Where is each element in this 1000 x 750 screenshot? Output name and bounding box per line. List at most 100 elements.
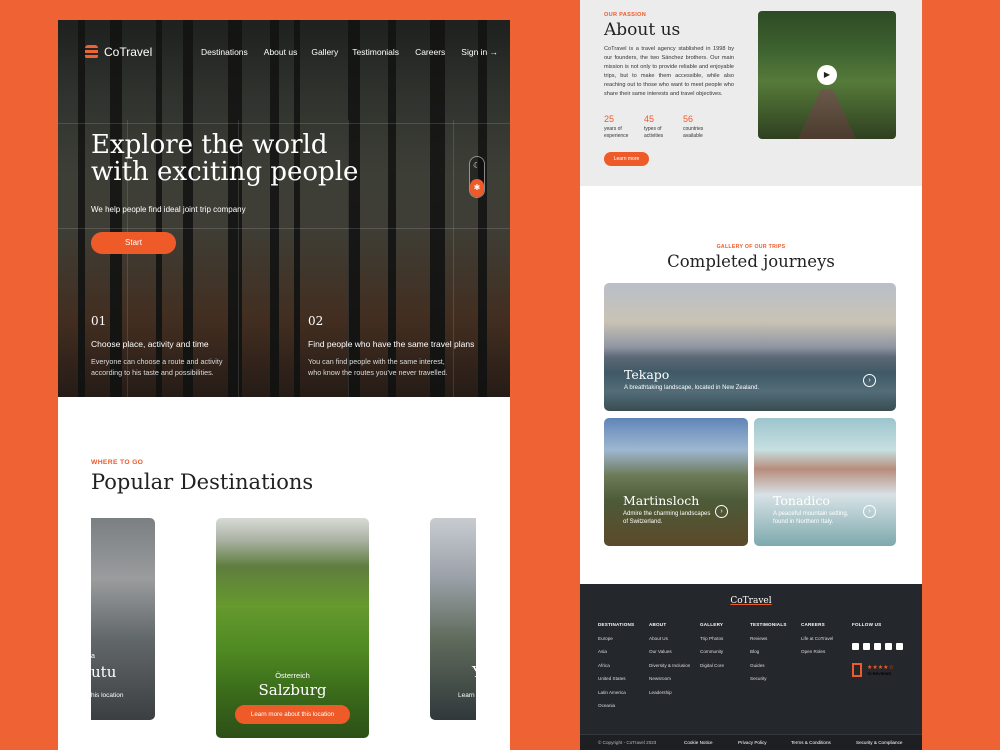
rating-widget[interactable]: ★★★★☆ 78 REVIEWS xyxy=(852,663,907,677)
hero-section: CoTravel Destinations About us Gallery T… xyxy=(58,20,510,397)
about-title: About us xyxy=(604,20,681,40)
step-description: You can find people with the same intere… xyxy=(308,357,448,377)
chevron-right-icon[interactable]: › xyxy=(863,374,876,387)
footer-column-title: ABOUT xyxy=(649,622,667,627)
footer-link[interactable]: Diversity & Inclusion xyxy=(649,663,690,668)
footer-column-testimonials: TESTIMONIALS Reviews Blog Guides Securit… xyxy=(750,622,787,681)
trip-name: Tekapo xyxy=(624,367,670,382)
cookie-notice-link[interactable]: Cookie Notice xyxy=(684,740,713,745)
nav-about[interactable]: About us xyxy=(264,47,298,57)
footer-link[interactable]: About Us xyxy=(649,636,690,641)
step-2: 02 Find people who have the same travel … xyxy=(308,314,474,378)
landing-page-left: CoTravel Destinations About us Gallery T… xyxy=(58,20,510,750)
destination-card[interactable]: Y Learn xyxy=(430,518,476,720)
stat-value: 56 xyxy=(683,114,694,124)
trip-description: Admire the charming landscapes of Switzer… xyxy=(623,511,711,525)
footer-link[interactable]: Asia xyxy=(598,649,634,654)
footer-link[interactable]: Community xyxy=(700,649,724,654)
youtube-icon[interactable] xyxy=(885,643,892,650)
card-name: Salzburg xyxy=(258,681,327,699)
footer-link[interactable]: Security xyxy=(750,676,787,681)
security-compliance-link[interactable]: Security & Compliance xyxy=(856,740,902,745)
card-name: Y xyxy=(472,663,476,681)
nav-careers[interactable]: Careers xyxy=(415,47,445,57)
stat-label: types of activities xyxy=(644,126,664,139)
theme-toggle[interactable]: ☾ ✱ xyxy=(469,156,485,198)
learn-more-location-button[interactable]: Learn more about this location xyxy=(235,705,350,724)
brand-name: CoTravel xyxy=(104,45,153,59)
about-video[interactable]: ▶ xyxy=(758,11,896,139)
step-description: Everyone can choose a route and activity… xyxy=(91,357,223,377)
step-title: Choose place, activity and time xyxy=(91,339,209,349)
chevron-right-icon[interactable]: › xyxy=(863,505,876,518)
destination-card[interactable]: a utu his location xyxy=(91,518,155,720)
footer-link[interactable]: Open Roles xyxy=(801,649,833,654)
card-country: a xyxy=(91,653,95,660)
footer-logo[interactable]: CoTravel xyxy=(580,596,922,606)
facebook-icon[interactable] xyxy=(863,643,870,650)
twitter-icon[interactable] xyxy=(852,643,859,650)
footer-column-title: DESTINATIONS xyxy=(598,622,635,627)
footer-link[interactable]: Life at CoTravel xyxy=(801,636,833,641)
card-country: Österreich xyxy=(275,671,310,680)
footer-link[interactable]: Europe xyxy=(598,636,634,641)
follow-us-label: FOLLOW US xyxy=(852,622,882,627)
step-number: 02 xyxy=(308,314,324,328)
start-button[interactable]: Start xyxy=(91,232,176,254)
gallery-title: Completed journeys xyxy=(667,252,835,271)
footer-link[interactable]: Oceania xyxy=(598,703,634,708)
reviews-count: 78 REVIEWS xyxy=(867,671,892,676)
sun-icon: ✱ xyxy=(470,179,484,197)
nav-sign-in[interactable]: Sign in → xyxy=(461,47,498,57)
about-section: OUR PASSION About us CoTravel is a trave… xyxy=(580,0,922,186)
trip-card-tekapo[interactable]: Tekapo A breathtaking landscape, located… xyxy=(604,283,896,411)
privacy-policy-link[interactable]: Privacy Policy xyxy=(738,740,767,745)
footer-link[interactable]: Guides xyxy=(750,663,787,668)
footer-column-title: CAREERS xyxy=(801,622,825,627)
terms-link[interactable]: Terms & Conditions xyxy=(791,740,831,745)
footer-follow: FOLLOW US ★★★★☆ 78 REVIEWS xyxy=(852,622,907,677)
nav-testimonials[interactable]: Testimonials xyxy=(352,47,399,57)
stat-countries: 56 countries available xyxy=(683,114,703,140)
chevron-right-icon[interactable]: › xyxy=(715,505,728,518)
footer-column-title: GALLERY xyxy=(700,622,724,627)
brand-logo[interactable]: CoTravel xyxy=(85,45,152,59)
card-cta: Learn xyxy=(458,692,475,699)
play-icon[interactable]: ▶ xyxy=(817,65,837,85)
footer-link[interactable]: Latin America xyxy=(598,690,634,695)
social-links xyxy=(852,637,907,655)
linkedin-icon[interactable] xyxy=(896,643,903,650)
footer-link[interactable]: Newsroom xyxy=(649,676,690,681)
hero-title-line2: with exciting people xyxy=(91,157,359,187)
trip-card-tonadico[interactable]: Tonadico A peaceful mountain setting, fou… xyxy=(754,418,896,546)
stat-label: countries available xyxy=(683,126,704,139)
destinations-eyebrow: WHERE TO GO xyxy=(91,459,144,466)
nav-gallery[interactable]: Gallery xyxy=(311,47,338,57)
footer-link[interactable]: Africa xyxy=(598,663,634,668)
footer-column-gallery: GALLERY Trip Photos Community Digital Co… xyxy=(700,622,724,668)
destination-card-salzburg[interactable]: Österreich Salzburg Learn more about thi… xyxy=(216,518,369,738)
step-number: 01 xyxy=(91,314,107,328)
instagram-icon[interactable] xyxy=(874,643,881,650)
footer-column-careers: CAREERS Life at CoTravel Open Roles xyxy=(801,622,833,654)
about-learn-more-button[interactable]: Learn more xyxy=(604,152,649,166)
rating-stars: ★★★★☆ xyxy=(867,665,894,671)
footer-link[interactable]: Our Values xyxy=(649,649,690,654)
footer-column-destinations: DESTINATIONS Europe Asia Africa United S… xyxy=(598,622,634,708)
hero-title-line1: Explore the world xyxy=(91,130,328,160)
footer-link[interactable]: United States xyxy=(598,676,634,681)
stat-activities: 45 types of activities xyxy=(644,114,663,140)
footer-link[interactable]: Trip Photos xyxy=(700,636,724,641)
nav-destinations[interactable]: Destinations xyxy=(201,47,248,57)
footer-link[interactable]: Reviews xyxy=(750,636,787,641)
rating-logo-icon xyxy=(852,663,862,677)
footer-link[interactable]: Leadership xyxy=(649,690,690,695)
logo-icon xyxy=(85,45,98,59)
destinations-title: Popular Destinations xyxy=(91,470,314,494)
trip-card-martinsloch[interactable]: Martinsloch Admire the charming landscap… xyxy=(604,418,748,546)
footer-link[interactable]: Digital Core xyxy=(700,663,724,668)
step-title: Find people who have the same travel pla… xyxy=(308,339,475,349)
gallery-eyebrow: GALLERY OF OUR TRIPS xyxy=(716,244,786,250)
main-nav: Destinations About us Gallery Testimonia… xyxy=(201,47,498,57)
footer-link[interactable]: Blog xyxy=(750,649,787,654)
